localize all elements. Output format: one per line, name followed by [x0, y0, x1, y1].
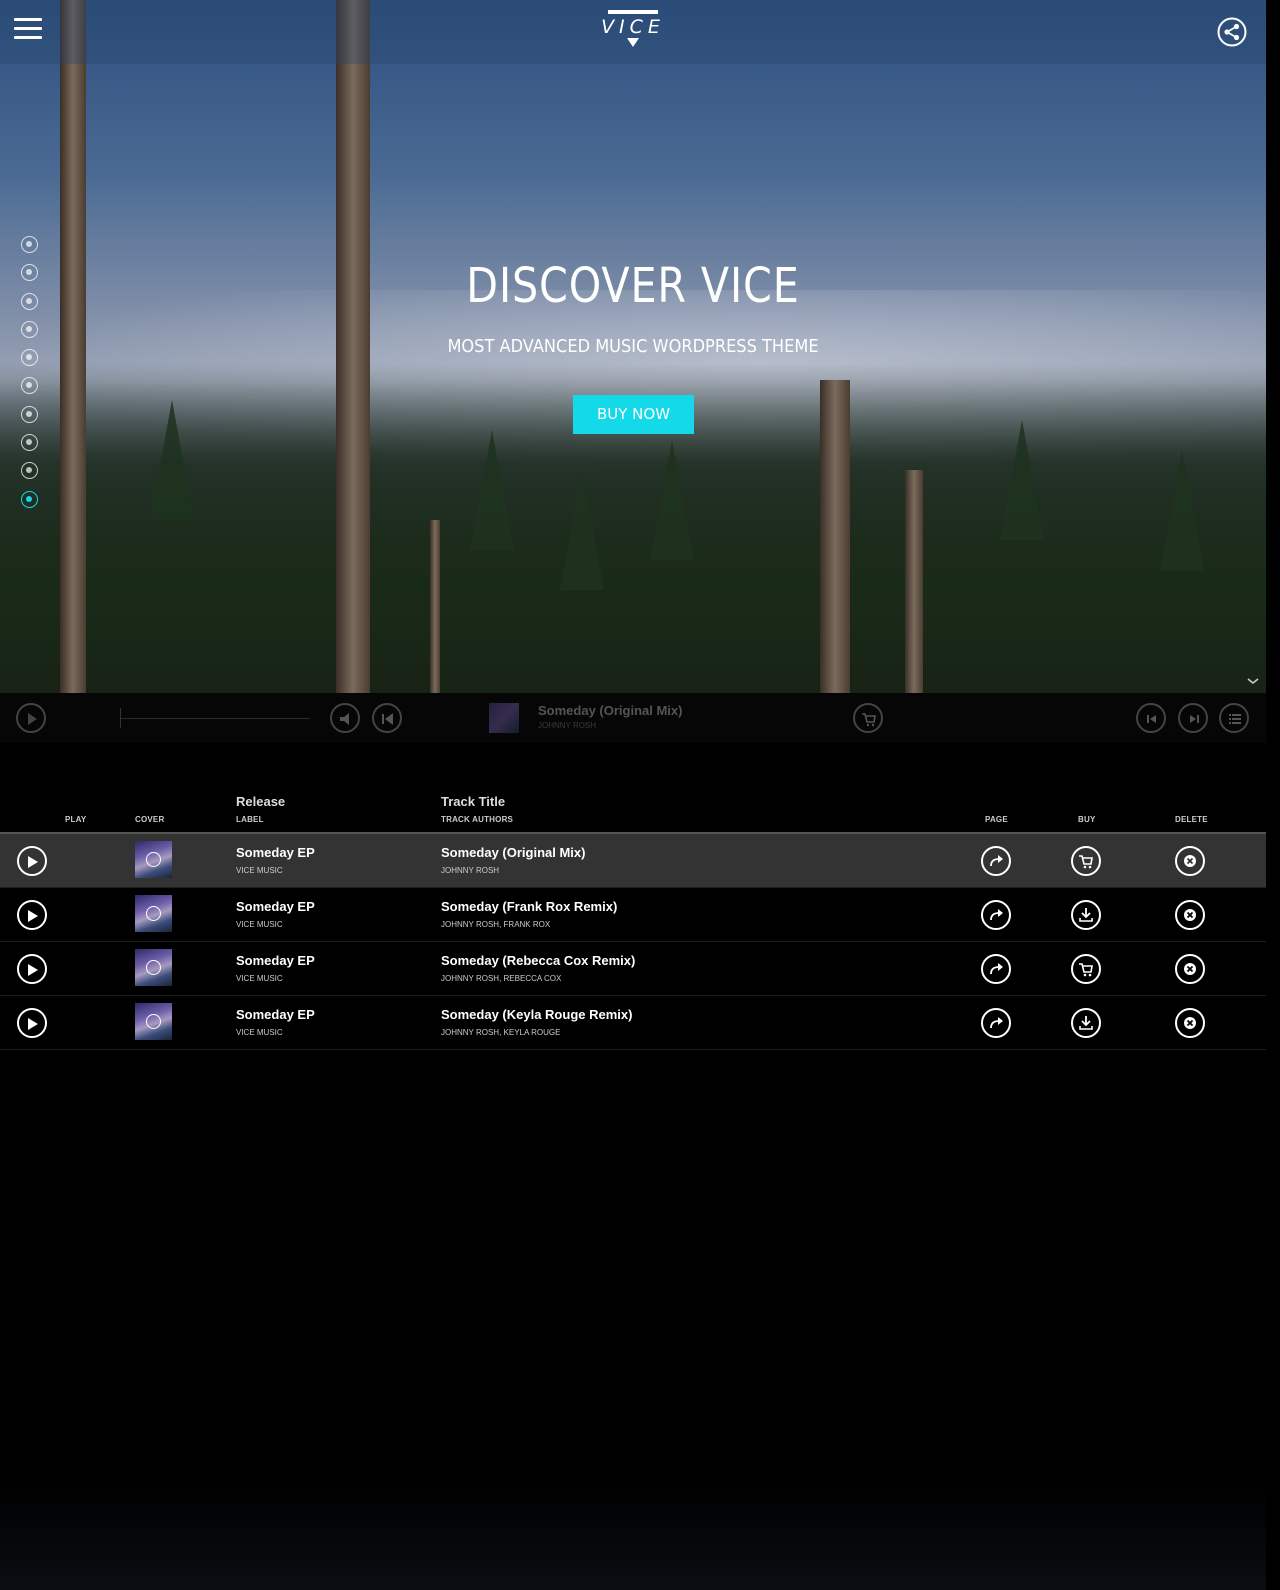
track-cover — [135, 841, 172, 878]
pine-tree — [650, 440, 694, 560]
delete-icon[interactable] — [1175, 846, 1205, 876]
top-bar: VICE — [0, 0, 1266, 64]
delete-icon[interactable] — [1175, 900, 1205, 930]
share-icon[interactable] — [1217, 17, 1247, 47]
track-row[interactable]: Someday EP VICE MUSIC Someday (Keyla Rou… — [0, 996, 1266, 1050]
track-cover — [135, 1003, 172, 1040]
logo-text: VICE — [601, 16, 665, 38]
page-link-icon[interactable] — [981, 1008, 1011, 1038]
nav-camera-icon[interactable] — [21, 405, 38, 423]
pine-tree — [150, 400, 194, 520]
now-playing-title: Someday (Original Mix) — [538, 703, 683, 718]
track-row[interactable]: Someday EP VICE MUSIC Someday (Rebecca C… — [0, 942, 1266, 996]
track-title: Someday (Rebecca Cox Remix) — [441, 953, 636, 968]
side-section-nav — [21, 236, 41, 519]
track-authors: JOHNNY ROSH — [441, 866, 500, 875]
header-delete: DELETE — [1175, 815, 1208, 824]
header-track-title: Track Title — [441, 794, 506, 809]
track-release: Someday EP — [236, 845, 315, 860]
nav-cocktail-icon[interactable] — [21, 320, 38, 338]
header-release: Release — [236, 794, 286, 809]
track-release: Someday EP — [236, 899, 315, 914]
cover-play-icon[interactable] — [146, 906, 161, 921]
next-track-icon[interactable] — [1178, 703, 1208, 733]
hamburger-menu-icon[interactable] — [14, 18, 42, 42]
track-release: Someday EP — [236, 1007, 315, 1022]
track-title: Someday (Frank Rox Remix) — [441, 899, 618, 914]
player-play-button[interactable] — [16, 703, 46, 733]
hero-section: VICE DISCOVER VICE MOST ADVANCED MUSIC W… — [0, 0, 1266, 693]
play-icon[interactable] — [17, 846, 47, 876]
play-icon[interactable] — [17, 954, 47, 984]
cart-icon[interactable] — [1071, 846, 1101, 876]
delete-icon[interactable] — [1175, 954, 1205, 984]
tree-trunk — [820, 380, 850, 693]
nav-headphones-icon[interactable] — [21, 264, 38, 282]
play-icon[interactable] — [17, 900, 47, 930]
track-label: VICE MUSIC — [236, 974, 283, 983]
pine-tree — [470, 430, 514, 550]
playlist-icon[interactable] — [1219, 703, 1249, 733]
pine-tree — [1000, 420, 1044, 540]
page-edge — [1266, 0, 1280, 1590]
progress-bar[interactable] — [120, 708, 310, 728]
nav-list-icon[interactable] — [21, 434, 38, 452]
page-link-icon[interactable] — [981, 846, 1011, 876]
download-icon[interactable] — [1071, 900, 1101, 930]
cover-play-icon[interactable] — [146, 1014, 161, 1029]
track-title: Someday (Keyla Rouge Remix) — [441, 1007, 633, 1022]
hero-subtitle: MOST ADVANCED MUSIC WORDPRESS THEME — [447, 336, 819, 357]
page-link-icon[interactable] — [981, 900, 1011, 930]
track-list-header: PLAY COVER Release LABEL Track Title TRA… — [0, 790, 1266, 834]
nav-pen-icon[interactable] — [21, 462, 38, 480]
track-row[interactable]: Someday EP VICE MUSIC Someday (Frank Rox… — [0, 888, 1266, 942]
page-link-icon[interactable] — [981, 954, 1011, 984]
header-cover: COVER — [135, 815, 165, 824]
nav-facebook-icon[interactable] — [21, 236, 38, 253]
download-icon[interactable] — [1071, 1008, 1101, 1038]
play-icon[interactable] — [17, 1008, 47, 1038]
track-authors: JOHNNY ROSH, REBECCA COX — [441, 974, 562, 983]
track-authors: JOHNNY ROSH, FRANK ROX — [441, 920, 551, 929]
nav-star-icon[interactable] — [21, 292, 38, 310]
hero-title: DISCOVER VICE — [466, 258, 800, 314]
track-label: VICE MUSIC — [236, 866, 283, 875]
chevron-down-icon[interactable] — [1247, 673, 1259, 685]
track-row[interactable]: Someday EP VICE MUSIC Someday (Original … — [0, 834, 1266, 888]
nav-award-icon[interactable] — [21, 377, 38, 395]
cover-play-icon[interactable] — [146, 852, 161, 867]
nav-record-icon[interactable] — [21, 490, 38, 508]
previous-track-icon[interactable] — [1136, 703, 1166, 733]
tree-trunk — [430, 520, 440, 693]
audio-player-bar: Someday (Original Mix) JOHNNY ROSH — [0, 693, 1266, 743]
track-list: PLAY COVER Release LABEL Track Title TRA… — [0, 790, 1266, 1050]
nav-photo-icon[interactable] — [21, 349, 38, 367]
header-page: PAGE — [985, 815, 1008, 824]
cover-play-icon[interactable] — [146, 960, 161, 975]
player-cart-icon[interactable] — [853, 703, 883, 733]
pine-tree — [1160, 450, 1204, 570]
header-play: PLAY — [65, 815, 87, 824]
header-buy: BUY — [1078, 815, 1096, 824]
header-label: LABEL — [236, 815, 264, 824]
tree-trunk — [905, 470, 923, 693]
track-release: Someday EP — [236, 953, 315, 968]
pine-tree — [560, 470, 604, 590]
track-label: VICE MUSIC — [236, 920, 283, 929]
site-logo[interactable]: VICE — [600, 10, 666, 54]
rewind-icon[interactable] — [372, 703, 402, 733]
delete-icon[interactable] — [1175, 1008, 1205, 1038]
track-authors: JOHNNY ROSH, KEYLA ROUGE — [441, 1028, 561, 1037]
buy-now-button[interactable]: BUY NOW — [573, 395, 694, 434]
track-cover — [135, 949, 172, 986]
bottom-background — [0, 1480, 1280, 1590]
now-playing-cover — [489, 703, 519, 733]
volume-icon[interactable] — [330, 703, 360, 733]
cart-icon[interactable] — [1071, 954, 1101, 984]
now-playing-artist: JOHNNY ROSH — [538, 721, 597, 730]
track-label: VICE MUSIC — [236, 1028, 283, 1037]
track-title: Someday (Original Mix) — [441, 845, 586, 860]
track-cover — [135, 895, 172, 932]
header-track-authors: TRACK AUTHORS — [441, 815, 514, 824]
